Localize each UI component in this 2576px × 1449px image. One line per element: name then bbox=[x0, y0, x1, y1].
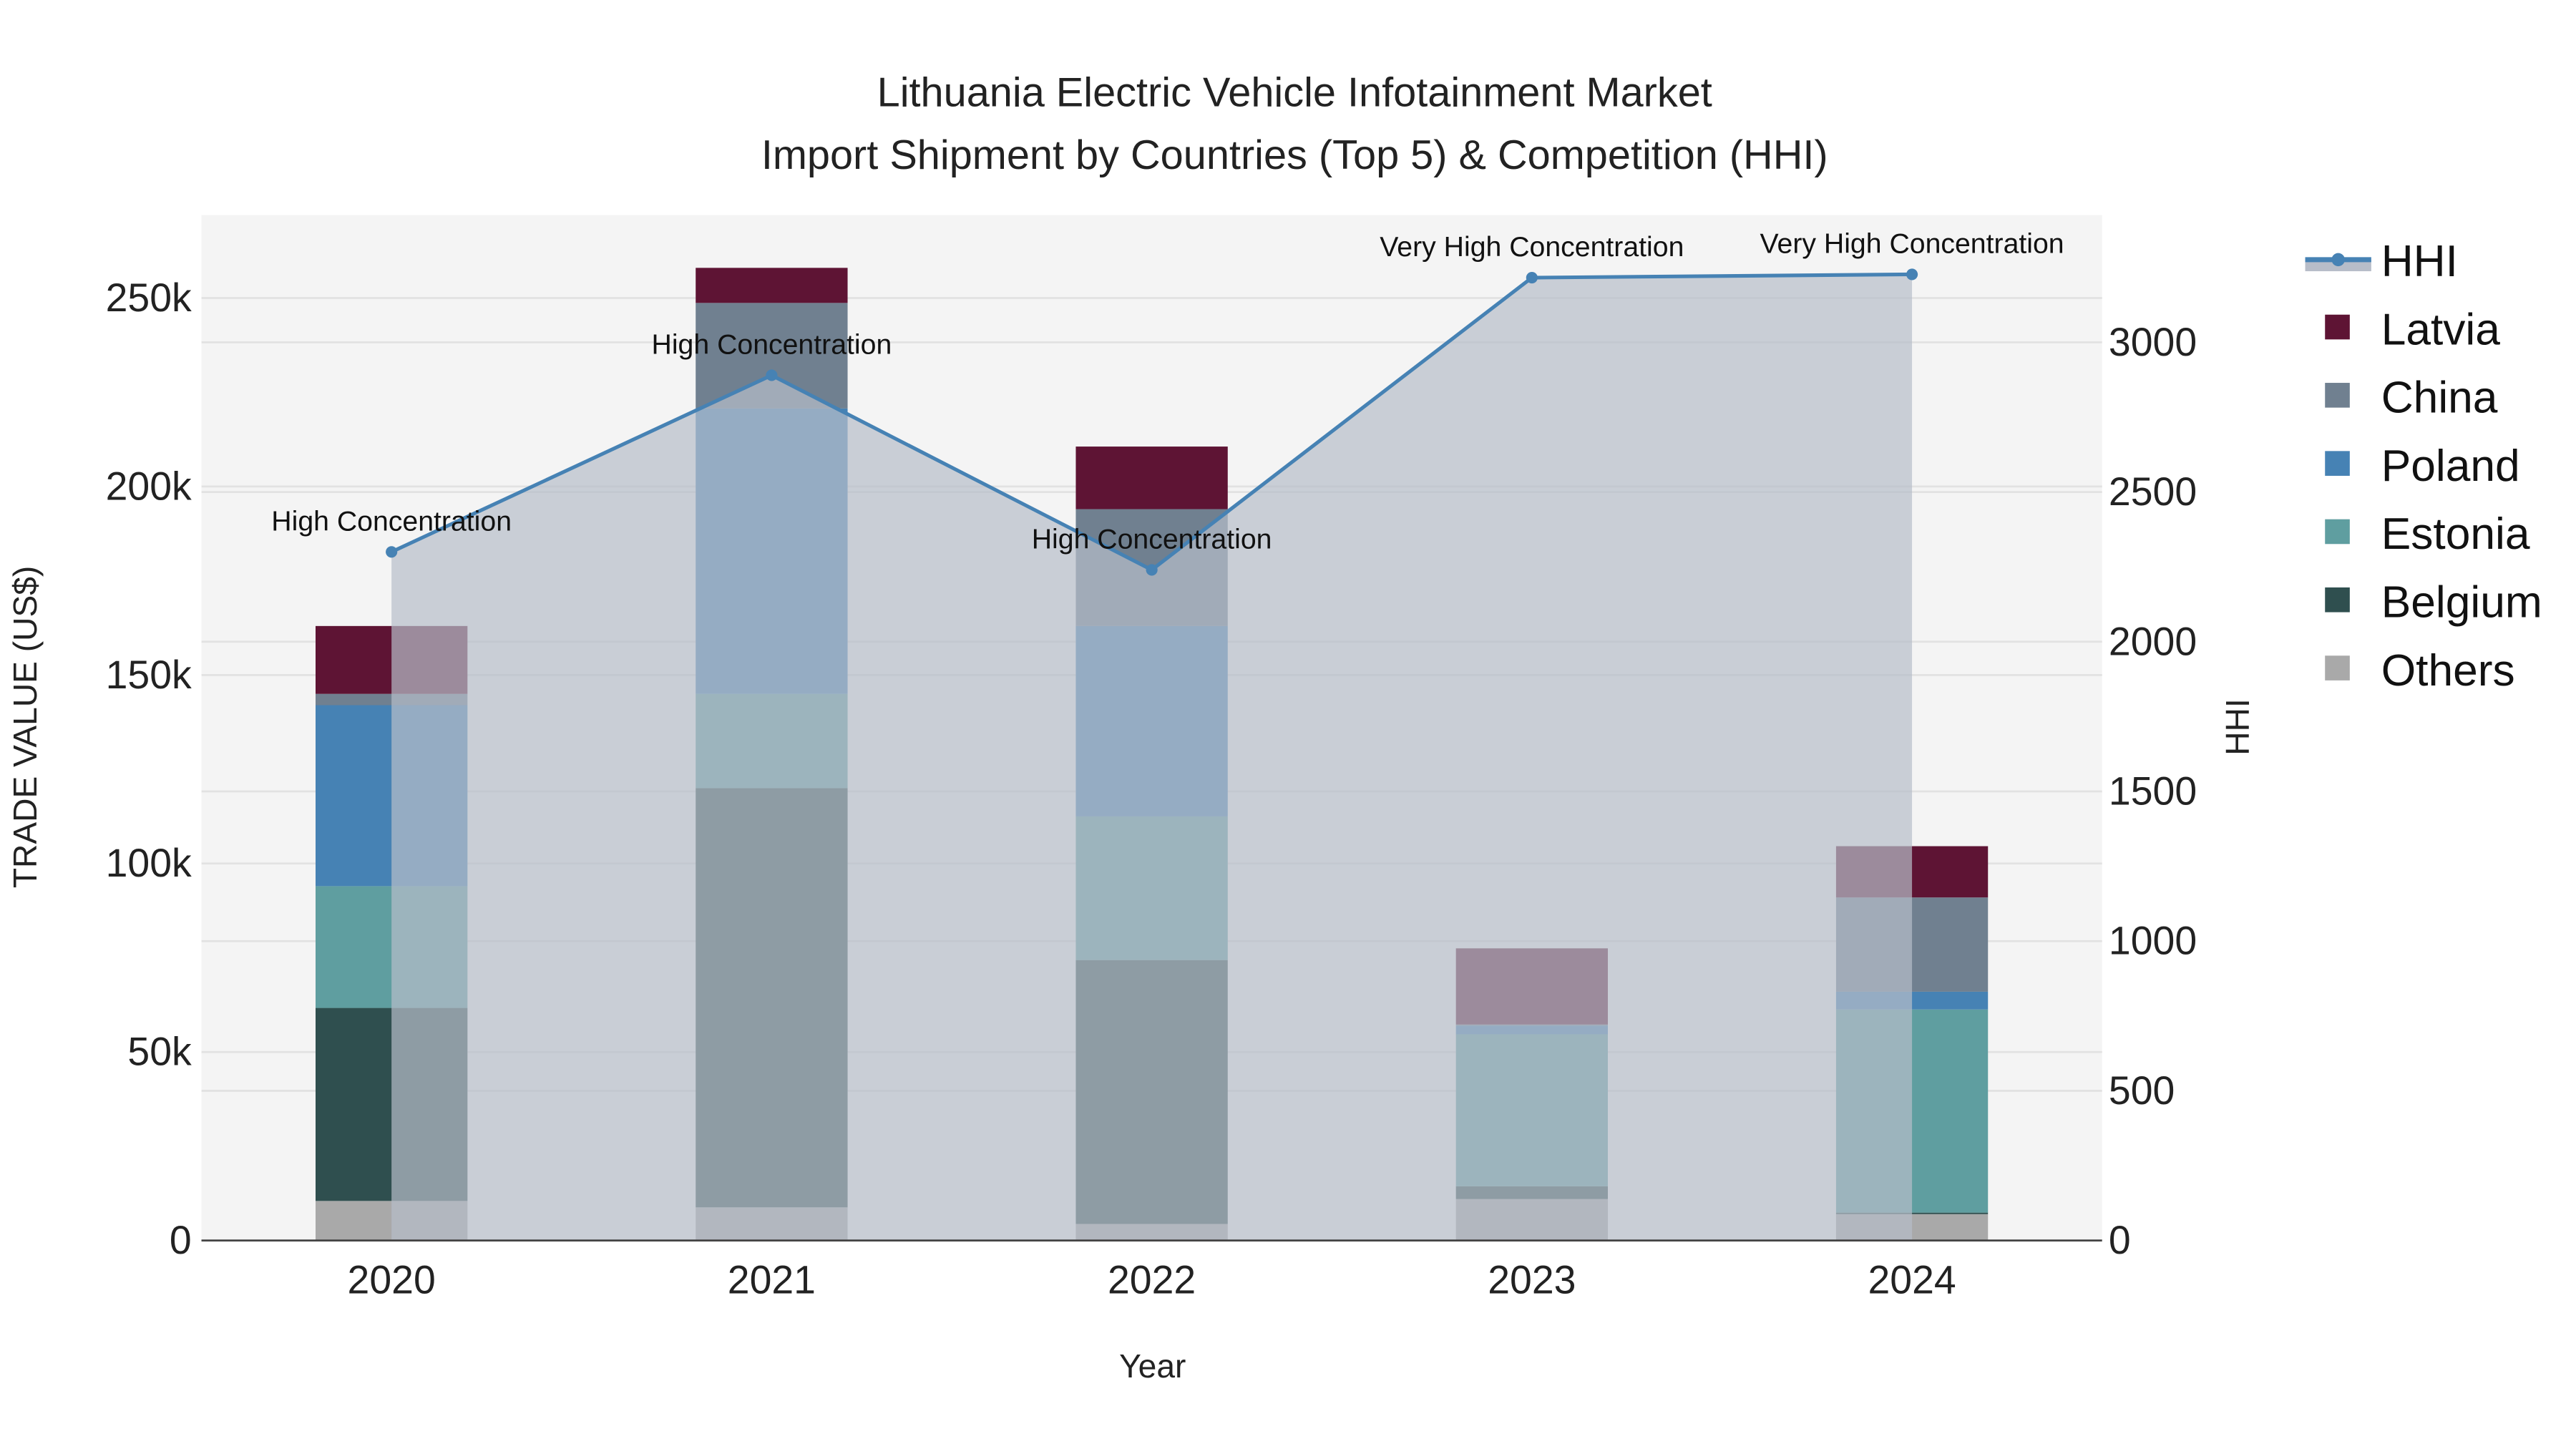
y2-axis-title: HHI bbox=[2219, 698, 2256, 755]
hhi-annotation: High Concentration bbox=[1032, 523, 1272, 555]
hhi-point-2024 bbox=[1906, 268, 1918, 280]
legend-label: Others bbox=[2381, 646, 2515, 696]
legend-swatch-latvia bbox=[2325, 314, 2350, 340]
y2-tick-label: 0 bbox=[2109, 1218, 2131, 1262]
hhi-annotation: High Concentration bbox=[271, 505, 512, 537]
chart-title-line1: Lithuania Electric Vehicle Infotainment … bbox=[877, 69, 1712, 115]
x-axis-title: Year bbox=[1119, 1347, 1186, 1385]
y-tick-label: 0 bbox=[170, 1218, 192, 1262]
y-tick-label: 150k bbox=[106, 653, 192, 697]
legend-swatch-belgium bbox=[2325, 587, 2350, 613]
y2-tick-label: 1000 bbox=[2109, 919, 2197, 963]
legend-label: Latvia bbox=[2381, 305, 2501, 354]
y2-tick-label: 2500 bbox=[2109, 469, 2197, 514]
chart-title-line2: Import Shipment by Countries (Top 5) & C… bbox=[761, 132, 1828, 178]
y-axis-title: TRADE VALUE (US$) bbox=[6, 566, 44, 888]
y-tick-label: 50k bbox=[127, 1030, 192, 1074]
hhi-point-2021 bbox=[766, 369, 778, 381]
legend-label: Poland bbox=[2381, 441, 2520, 491]
legend-swatch-poland bbox=[2325, 451, 2350, 476]
y2-tick-label: 500 bbox=[2109, 1068, 2175, 1113]
y2-tick-label: 2000 bbox=[2109, 619, 2197, 663]
hhi-annotation: Very High Concentration bbox=[1760, 228, 2064, 259]
hhi-point-2020 bbox=[386, 546, 398, 558]
y-tick-label: 100k bbox=[106, 841, 192, 885]
x-tick-label: 2021 bbox=[728, 1258, 816, 1302]
hhi-annotation: Very High Concentration bbox=[1380, 231, 1684, 263]
hhi-annotation: High Concentration bbox=[652, 328, 892, 360]
y-tick-label: 250k bbox=[106, 275, 192, 320]
legend-hhi-marker bbox=[2331, 253, 2345, 267]
legend-label: Estonia bbox=[2381, 509, 2530, 559]
legend-label: HHI bbox=[2381, 237, 2458, 286]
chart: High Concentration High Concentration High… bbox=[0, 0, 2576, 1449]
x-tick-label: 2022 bbox=[1108, 1258, 1196, 1302]
y2-tick-label: 1500 bbox=[2109, 769, 2197, 813]
legend-label: China bbox=[2381, 374, 2498, 423]
hhi-point-2022 bbox=[1146, 564, 1158, 576]
legend-label: Belgium bbox=[2381, 578, 2542, 628]
y-tick-label: 200k bbox=[106, 464, 192, 508]
legend-swatch-others bbox=[2325, 655, 2350, 680]
x-tick-label: 2023 bbox=[1488, 1258, 1576, 1302]
x-tick-label: 2020 bbox=[348, 1258, 436, 1302]
bar-latvia-2021 bbox=[696, 268, 848, 303]
x-tick-label: 2024 bbox=[1868, 1258, 1956, 1302]
legend-swatch-china bbox=[2325, 383, 2350, 408]
hhi-point-2023 bbox=[1526, 271, 1538, 284]
legend-swatch-estonia bbox=[2325, 519, 2350, 545]
y2-tick-label: 3000 bbox=[2109, 320, 2197, 364]
bar-latvia-2022 bbox=[1075, 447, 1228, 509]
